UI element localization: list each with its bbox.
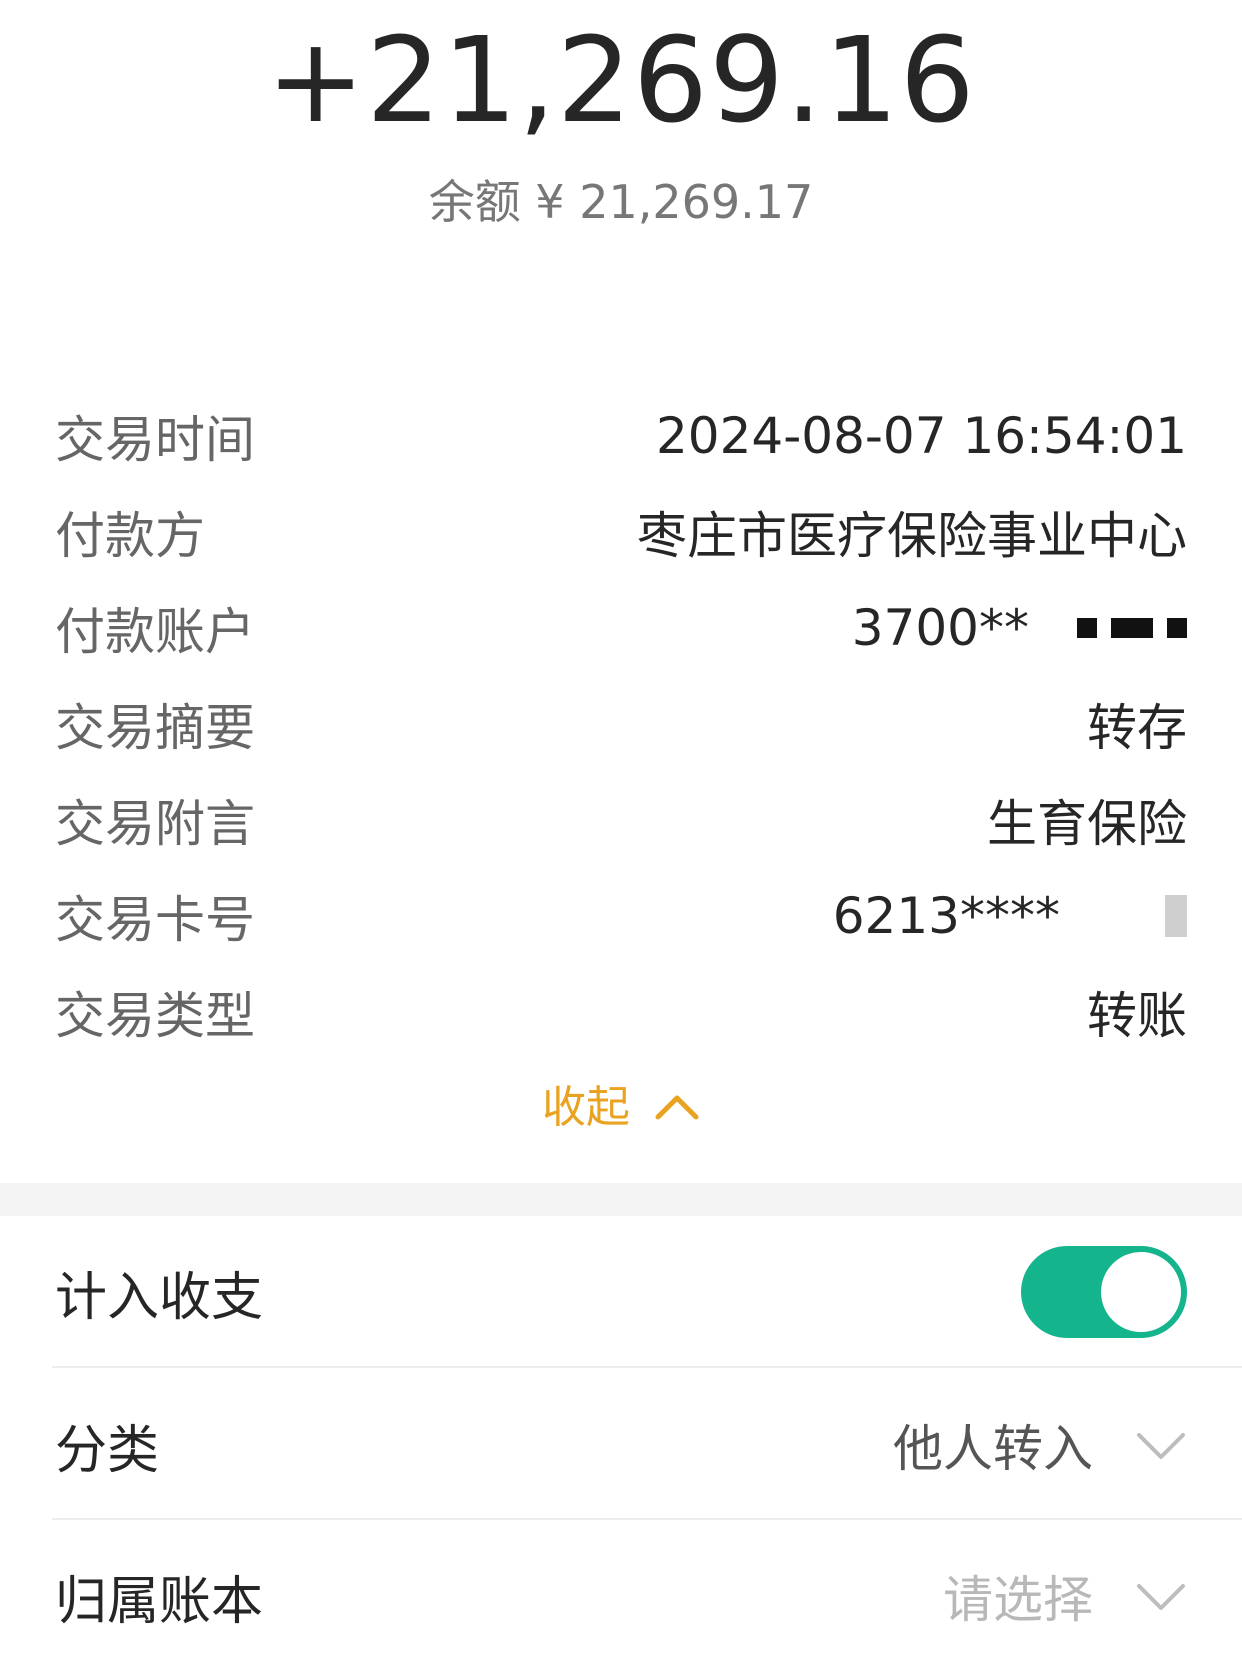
ledger-row[interactable]: 归属账本 请选择: [55, 1526, 1187, 1666]
ledger-select[interactable]: 请选择: [943, 1560, 1187, 1632]
chevron-down-icon: [1135, 1416, 1187, 1474]
remark-value: 生育保险: [987, 795, 1187, 853]
category-select[interactable]: 他人转入: [893, 1409, 1187, 1481]
collapse-button[interactable]: 收起: [0, 1078, 1242, 1138]
detail-row-payer: 付款方 枣庄市医疗保险事业中心: [55, 484, 1187, 580]
transaction-amount: +21,269.16: [266, 11, 976, 149]
card-number-value: 6213****: [832, 887, 1060, 945]
ledger-label: 归属账本: [55, 1571, 264, 1632]
include-income-label: 计入收支: [55, 1267, 264, 1328]
payer-value: 枣庄市医疗保险事业中心: [637, 507, 1187, 565]
category-row[interactable]: 分类 他人转入: [55, 1375, 1187, 1515]
row-divider: [52, 1366, 1242, 1368]
include-income-row: 计入收支: [55, 1222, 1187, 1362]
detail-label: 交易卡号: [55, 891, 255, 949]
detail-row-type: 交易类型 转账: [55, 964, 1187, 1060]
detail-label: 交易时间: [55, 411, 255, 469]
ledger-placeholder: 请选择: [943, 1571, 1093, 1629]
detail-row-time: 交易时间 2024-08-07 16:54:01: [55, 388, 1187, 484]
redaction-block: [1165, 895, 1187, 937]
summary-value: 转存: [1087, 699, 1187, 757]
payer-account-value: 3700**: [851, 599, 1029, 657]
redaction-block: [1167, 618, 1187, 638]
detail-row-payer-account: 付款账户 3700**: [55, 580, 1187, 676]
detail-label: 交易摘要: [55, 699, 255, 757]
redaction-marks: [1077, 618, 1187, 638]
transaction-time-value: 2024-08-07 16:54:01: [655, 407, 1187, 465]
payer-account-wrap: 3700**: [852, 599, 1187, 657]
detail-row-summary: 交易摘要 转存: [55, 676, 1187, 772]
toggle-knob: [1101, 1252, 1181, 1332]
redaction-block: [1111, 618, 1153, 638]
card-number-wrap: 6213****: [833, 887, 1187, 945]
collapse-label: 收起: [542, 1082, 630, 1133]
redaction-block: [1077, 618, 1097, 638]
detail-row-remark: 交易附言 生育保险: [55, 772, 1187, 868]
detail-label: 付款账户: [55, 603, 255, 661]
transaction-detail-list: 交易时间 2024-08-07 16:54:01 付款方 枣庄市医疗保险事业中心…: [55, 388, 1187, 1060]
transaction-type-value: 转账: [1087, 987, 1187, 1045]
section-divider: [0, 1183, 1242, 1216]
detail-label: 交易附言: [55, 795, 255, 853]
chevron-up-icon: [654, 1077, 700, 1137]
category-label: 分类: [55, 1420, 160, 1481]
detail-label: 付款方: [55, 507, 205, 565]
detail-row-card-number: 交易卡号 6213****: [55, 868, 1187, 964]
chevron-down-icon: [1135, 1567, 1187, 1625]
detail-label: 交易类型: [55, 987, 255, 1045]
row-divider: [52, 1518, 1242, 1520]
category-value: 他人转入: [893, 1420, 1093, 1478]
include-income-toggle[interactable]: [1021, 1246, 1187, 1338]
account-balance: 余额 ¥ 21,269.17: [428, 175, 814, 229]
